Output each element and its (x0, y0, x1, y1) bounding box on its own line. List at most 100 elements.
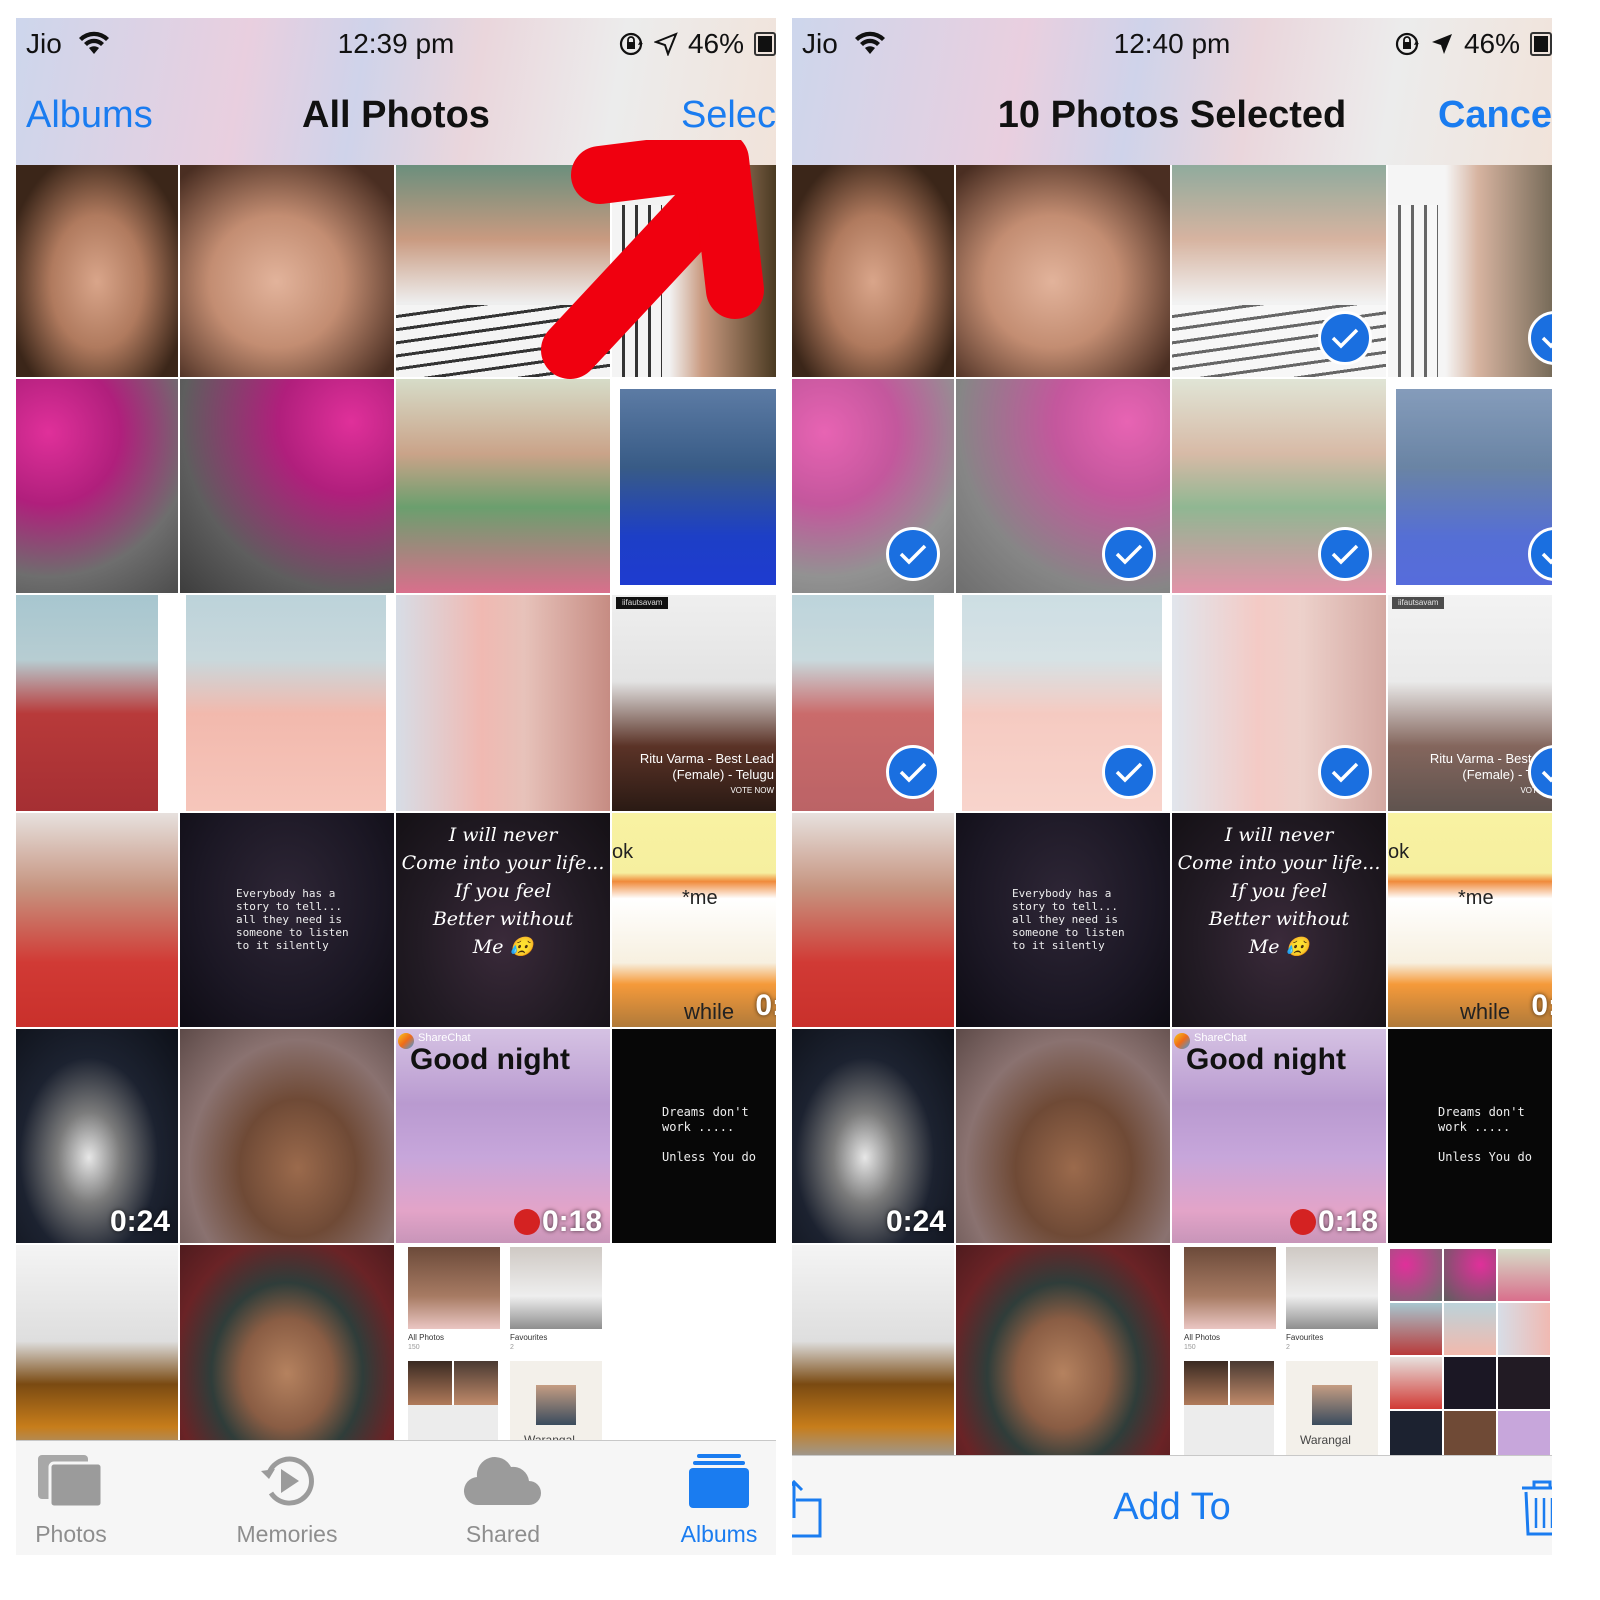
photo-thumbnail[interactable] (956, 165, 1170, 377)
tab-photos[interactable]: Photos (16, 1441, 146, 1548)
quote-line: Better without (1208, 908, 1350, 930)
photo-thumbnail[interactable] (956, 1245, 1170, 1459)
cancel-button[interactable]: Cance (1438, 94, 1552, 137)
video-thumbnail[interactable]: ok *me while 0: (1388, 813, 1552, 1027)
vote-text: VOTE NOW (730, 786, 774, 795)
photo-thumbnail[interactable] (16, 379, 178, 593)
photo-thumbnail[interactable] (396, 165, 610, 377)
quote-line: Come into your life... (401, 852, 605, 874)
photo-thumbnail[interactable] (180, 595, 394, 811)
album-preview (408, 1361, 452, 1405)
trash-icon[interactable] (1520, 1478, 1552, 1538)
album-label: All Photos (1184, 1333, 1221, 1342)
cartoon-text: while (684, 999, 735, 1024)
collage-thumbnail[interactable] (1388, 1245, 1552, 1459)
album-preview (510, 1247, 602, 1329)
good-night-text: Good night (1186, 1043, 1346, 1076)
text-image-thumbnail[interactable]: I will never Come into your life... If y… (1172, 813, 1386, 1027)
photo-grid: iifautsavam Ritu Varma - Best Lead (Fema… (792, 165, 1552, 1459)
quote-text: I will never Come into your life... If y… (1172, 821, 1386, 961)
selected-checkmark-icon (1318, 311, 1372, 365)
photo-thumbnail[interactable] (956, 1029, 1170, 1243)
status-bar: Jio 12:39 pm 46% (16, 24, 776, 64)
video-thumbnail[interactable]: 0:24 (16, 1029, 178, 1243)
photo-thumbnail-selected[interactable] (1388, 379, 1552, 593)
photo-thumbnail[interactable] (792, 1245, 954, 1459)
tab-label: Photos (35, 1521, 107, 1547)
album-preview (454, 1361, 498, 1405)
story-text: Everybody has a story to tell... all the… (1012, 887, 1125, 952)
quote-line: If you feel (454, 880, 552, 902)
photo-thumbnail-selected[interactable]: iifautsavam Ritu Varma - Best Lead (Fema… (1388, 595, 1552, 811)
photo-thumbnail[interactable] (396, 595, 610, 811)
photo-thumbnail[interactable]: iifautsavam Ritu Varma - Best Lead (Fema… (612, 595, 776, 811)
video-thumbnail[interactable]: ShareChat Good night 0:18 (1172, 1029, 1386, 1243)
photo-thumbnail[interactable] (180, 165, 394, 377)
album-preview (1286, 1247, 1378, 1329)
status-bar: Jio 12:40 pm 46% (792, 24, 1552, 64)
album-preview (1184, 1247, 1276, 1329)
photo-thumbnail-selected[interactable] (792, 595, 954, 811)
map-preview: Warangal (1286, 1361, 1378, 1459)
photo-thumbnail[interactable] (16, 1245, 178, 1459)
tab-bar: Photos Memories Shared Albums (16, 1440, 776, 1555)
photo-grid: iifautsavam Ritu Varma - Best Lead (Fema… (16, 165, 776, 1459)
photo-thumbnail-selected[interactable] (1172, 595, 1386, 811)
muted-icon (1290, 1209, 1316, 1235)
video-duration: 0: (755, 989, 776, 1022)
photo-thumbnail[interactable] (16, 595, 178, 811)
cartoon-text: *me (1458, 887, 1494, 909)
photo-thumbnail-selected[interactable] (956, 379, 1170, 593)
header: Jio 12:39 pm 46% Albums All Photos Selec (16, 18, 776, 165)
albums-screenshot-thumbnail[interactable]: All Photos 150 Favourites 2 Warangal (396, 1245, 610, 1459)
tab-albums[interactable]: Albums (644, 1441, 776, 1548)
photo-thumbnail[interactable] (792, 165, 954, 377)
story-text: Everybody has a story to tell... all the… (236, 887, 349, 952)
albums-screenshot-thumbnail[interactable]: All Photos 150 Favourites 2 Warangal (1172, 1245, 1386, 1459)
photo-thumbnail[interactable] (180, 1245, 394, 1459)
text-image-thumbnail[interactable]: Dreams don't work ..... Unless You do (1388, 1029, 1552, 1243)
photos-stack-icon (38, 1455, 104, 1509)
video-duration: 0:24 (885, 1205, 946, 1238)
video-duration: 0:24 (109, 1205, 170, 1238)
text-image-thumbnail[interactable]: Everybody has a story to tell... all the… (956, 813, 1170, 1027)
album-preview (408, 1247, 500, 1329)
photo-thumbnail-selected[interactable] (1388, 165, 1552, 377)
selected-checkmark-icon (886, 527, 940, 581)
photo-thumbnail-selected[interactable] (1172, 165, 1386, 377)
album-label: Favourites (510, 1333, 548, 1342)
photo-thumbnail-selected[interactable] (1172, 379, 1386, 593)
select-button[interactable]: Selec (681, 94, 776, 137)
selected-checkmark-icon (1102, 527, 1156, 581)
dreams-text: Dreams don't work ..... Unless You do (662, 1105, 756, 1164)
album-count: 2 (510, 1344, 514, 1351)
left-screenshot: Jio 12:39 pm 46% Albums All Photos Selec… (16, 18, 776, 1555)
album-count: 150 (1184, 1344, 1196, 1351)
tab-icon-wrap (16, 1441, 146, 1521)
photo-thumbnail[interactable] (180, 1029, 394, 1243)
video-thumbnail[interactable]: ShareChat Good night 0:18 (396, 1029, 610, 1243)
text-image-thumbnail[interactable]: I will never Come into your life... If y… (396, 813, 610, 1027)
selected-checkmark-icon (886, 745, 940, 799)
photo-thumbnail[interactable] (792, 813, 954, 1027)
photo-thumbnail[interactable] (16, 165, 178, 377)
video-thumbnail[interactable]: ok *me while 0: (612, 813, 776, 1027)
photo-thumbnail[interactable] (180, 379, 394, 593)
photo-thumbnail[interactable] (612, 379, 776, 593)
add-to-button[interactable]: Add To (792, 1486, 1552, 1529)
quote-line: Me 😥 (472, 936, 534, 958)
text-image-thumbnail[interactable]: Dreams don't work ..... Unless You do (612, 1029, 776, 1243)
header: Jio 12:40 pm 46% 10 Photos Selected Canc… (792, 18, 1552, 165)
tab-shared[interactable]: Shared (428, 1441, 578, 1548)
photo-thumbnail[interactable] (16, 813, 178, 1027)
photo-thumbnail-selected[interactable] (792, 379, 954, 593)
photo-thumbnail[interactable] (396, 379, 610, 593)
photo-thumbnail-selected[interactable] (956, 595, 1170, 811)
tab-label: Shared (465, 1521, 541, 1547)
tab-memories[interactable]: Memories (212, 1441, 362, 1548)
text-image-thumbnail[interactable]: Everybody has a story to tell... all the… (180, 813, 394, 1027)
video-thumbnail[interactable]: 0:24 (792, 1029, 954, 1243)
quote-line: I will never (1224, 824, 1334, 846)
selected-checkmark-icon (1318, 527, 1372, 581)
photo-thumbnail[interactable] (612, 165, 776, 377)
